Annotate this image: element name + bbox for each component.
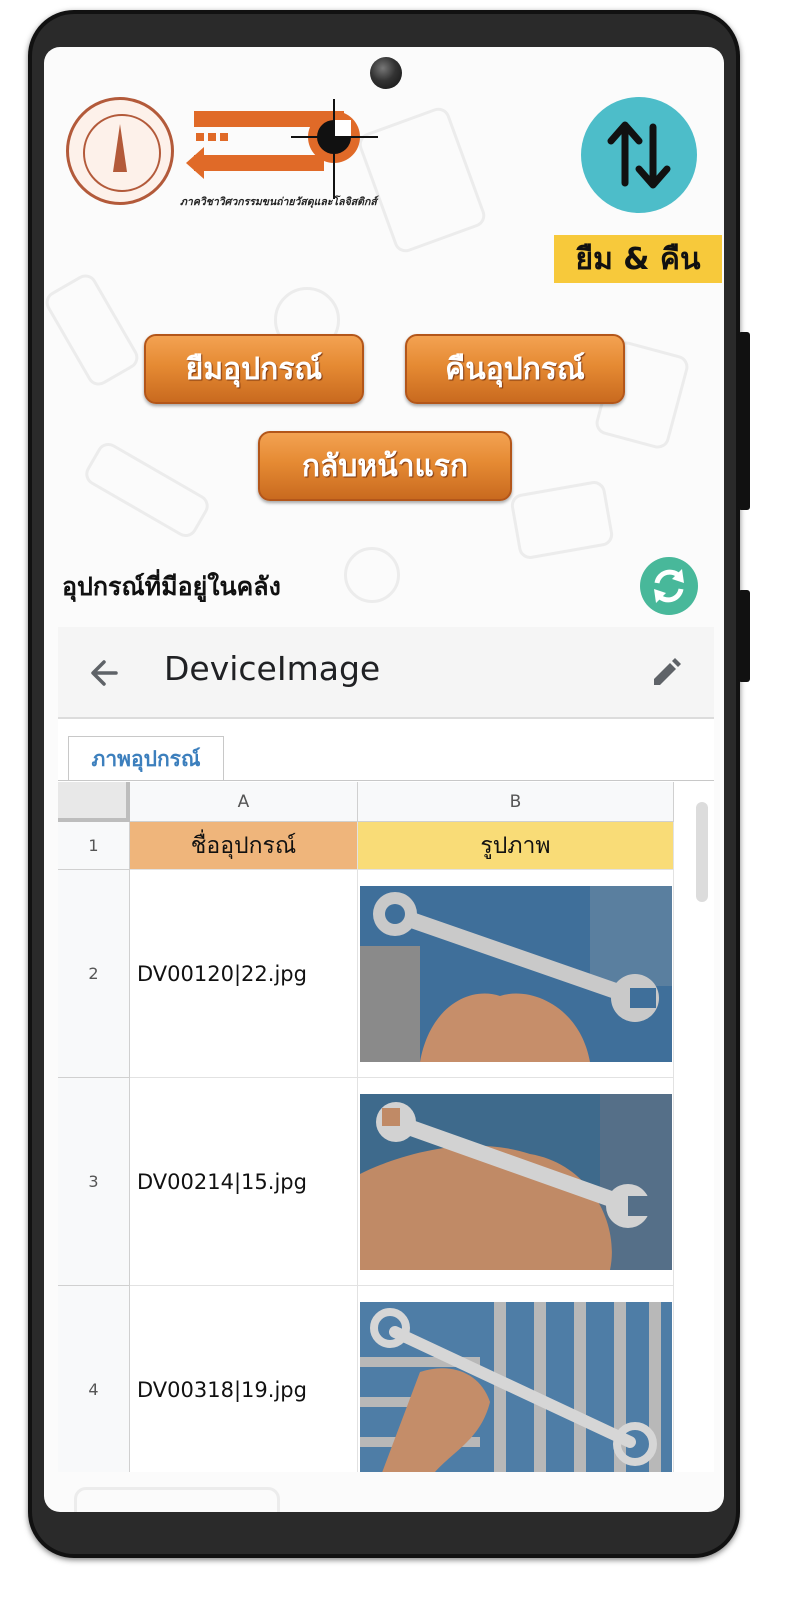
cell-image-header[interactable]: รูปภาพ — [358, 822, 674, 870]
cell-device-name-header[interactable]: ชื่ออุปกรณ์ — [130, 822, 358, 870]
home-button[interactable]: กลับหน้าแรก — [258, 431, 512, 501]
background-doodle — [344, 547, 400, 603]
borrow-equipment-button[interactable]: ยืมอุปกรณ์ — [144, 334, 364, 404]
table-row-image-cell[interactable] — [358, 1078, 674, 1286]
return-equipment-button[interactable]: คืนอุปกรณ์ — [405, 334, 625, 404]
app-screen: ภาควิชาวิศวกรรมขนถ่ายวัสดุและโลจิสติกส์ … — [44, 47, 724, 1512]
column-header-a[interactable]: A — [130, 782, 358, 822]
brand-badge: ยืม & คืน — [554, 235, 722, 283]
background-doodle — [80, 438, 214, 542]
table-row-device-name[interactable]: DV00214|15.jpg — [130, 1078, 358, 1286]
column-header-b[interactable]: B — [358, 782, 674, 822]
row-header[interactable]: 4 — [58, 1286, 130, 1472]
table-row-image-cell[interactable] — [358, 1286, 674, 1472]
refresh-icon[interactable] — [640, 557, 698, 615]
back-arrow-icon[interactable] — [86, 655, 122, 691]
swap-arrows-icon — [581, 97, 697, 213]
phone-power-button — [738, 590, 750, 682]
grid-corner[interactable] — [58, 782, 130, 822]
phone-volume-button — [738, 332, 750, 510]
row-header[interactable]: 2 — [58, 870, 130, 1078]
background-doodle — [74, 1487, 280, 1512]
wrench-photo — [360, 886, 672, 1062]
table-row-device-name[interactable]: DV00120|22.jpg — [130, 870, 358, 1078]
sheet-title: DeviceImage — [164, 649, 381, 688]
table-row-image-cell[interactable] — [358, 870, 674, 1078]
inventory-section-title: อุปกรณ์ที่มีอยู่ในคลัง — [62, 572, 281, 601]
row-header[interactable]: 3 — [58, 1078, 130, 1286]
edit-pencil-icon[interactable] — [650, 655, 684, 689]
sheet-vertical-scrollbar[interactable] — [696, 802, 708, 902]
background-doodle — [44, 270, 143, 390]
row-header[interactable]: 1 — [58, 822, 130, 870]
front-camera — [370, 57, 402, 89]
wrench-photo — [360, 1094, 672, 1270]
spreadsheet-embed: DeviceImage ภาพอุปกรณ์ A B 1 ชื่ออุปกรณ์… — [58, 627, 714, 1472]
table-row-device-name[interactable]: DV00318|19.jpg — [130, 1286, 358, 1472]
university-seal-logo — [66, 97, 174, 205]
sheet-tab-device-images[interactable]: ภาพอุปกรณ์ — [68, 736, 224, 781]
tab-divider — [58, 780, 714, 781]
background-doodle — [508, 479, 616, 561]
wrench-photo — [360, 1302, 672, 1472]
department-caption: ภาควิชาวิศวกรรมขนถ่ายวัสดุและโลจิสติกส์ — [180, 196, 377, 208]
sheet-toolbar: DeviceImage — [58, 627, 714, 719]
